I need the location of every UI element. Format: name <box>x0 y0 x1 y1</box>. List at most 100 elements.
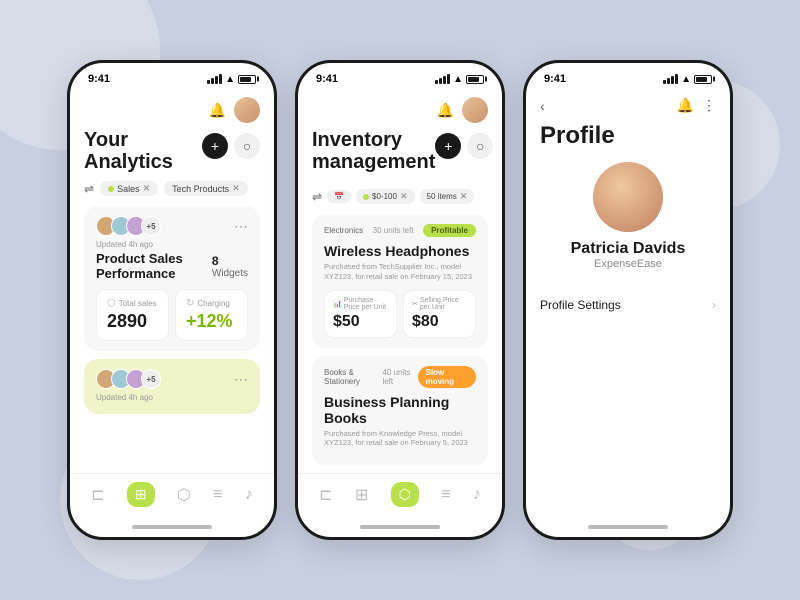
home-indicator-2 <box>360 525 440 529</box>
card1-label: Updated 4h ago <box>96 240 248 249</box>
status-icons-2: ▲ <box>435 74 484 85</box>
status-time-3: 9:41 <box>544 73 566 85</box>
analytics-title-actions: + ○ <box>202 133 260 159</box>
profile-content: ‹ 🔔 ⋮ Profile Patricia Davids ExpenseEas… <box>526 89 730 312</box>
bottom-nav-1: ⊏ ⊞ ⬡ ≡ ♪ <box>70 473 274 519</box>
inv-chip-price[interactable]: $0-100 ✕ <box>356 189 414 204</box>
nav-doc-1[interactable]: ⬡ <box>177 485 191 505</box>
nav-home-2[interactable]: ⊏ <box>319 485 332 505</box>
metric-sales-label: ⬡ Total sales <box>107 298 158 309</box>
card2-dots[interactable]: ⋯ <box>234 371 248 388</box>
menu-item-profile-settings[interactable]: Profile Settings › <box>540 286 716 312</box>
status-time-1: 9:41 <box>88 73 110 85</box>
profile-header-icons: 🔔 ⋮ <box>677 97 716 114</box>
analytics-content: 🔔 Your Analytics + ○ ⇌ Sales ✕ <box>70 89 274 473</box>
product1-category: Electronics <box>324 226 363 235</box>
nav-music-2[interactable]: ♪ <box>473 486 481 504</box>
inventory-header-row: 🔔 <box>312 97 488 123</box>
nav-active-2[interactable]: ⬡ <box>391 482 419 507</box>
product1-prices: 📊 Purchase Price per Unit $50 ✂ Selling … <box>324 290 476 338</box>
selling-price-value: $80 <box>412 313 467 331</box>
product1-units: 30 units left <box>373 226 414 235</box>
bell-icon-1[interactable]: 🔔 <box>209 102 226 119</box>
profile-subtitle: ExpenseEase <box>594 258 662 270</box>
analytics-title-row: Your Analytics + ○ <box>84 129 260 173</box>
status-bar-2: 9:41 ▲ <box>298 63 502 89</box>
product1-badge: Profitable <box>423 224 476 237</box>
add-button-2[interactable]: + <box>435 133 461 159</box>
card1-title: Product Sales Performance <box>96 251 212 281</box>
chip-close-1[interactable]: ✕ <box>143 183 151 194</box>
user-avatar-2[interactable] <box>462 97 488 123</box>
price-card-purchase: 📊 Purchase Price per Unit $50 <box>324 290 397 338</box>
card1-widgets-row: Product Sales Performance 8 Widgets <box>96 251 248 281</box>
tech-chip[interactable]: Tech Products ✕ <box>164 181 248 196</box>
product1-tag-row: Electronics 30 units left Profitable <box>324 224 476 237</box>
more-icon[interactable]: ⋮ <box>702 97 716 114</box>
inv-chip-items-close[interactable]: ✕ <box>460 191 468 202</box>
bell-icon-3[interactable]: 🔔 <box>677 97 694 114</box>
inv-chip-calendar[interactable]: 📅 <box>327 190 351 203</box>
product2-badge: Slow moving <box>418 366 476 388</box>
selling-price-label: ✂ Selling Price per Unit <box>412 297 467 311</box>
wifi-icon-3: ▲ <box>681 74 691 85</box>
wifi-icon-1: ▲ <box>225 74 235 85</box>
signal-icon-1 <box>207 74 222 84</box>
battery-icon-1 <box>238 75 256 84</box>
wifi-icon-2: ▲ <box>453 74 463 85</box>
status-icons-1: ▲ <box>207 74 256 85</box>
nav-filter-2[interactable]: ≡ <box>441 486 450 504</box>
inv-title-actions: + ○ <box>435 133 493 159</box>
filter-icon-1: ⇌ <box>84 182 94 196</box>
user-avatar-1[interactable] <box>234 97 260 123</box>
nav-music-1[interactable]: ♪ <box>245 486 253 504</box>
analytics-filters: ⇌ Sales ✕ Tech Products ✕ <box>84 181 260 196</box>
profile-menu-list: Profile Settings › Sound Notifications L… <box>540 286 716 312</box>
analytics-header-row: 🔔 <box>84 97 260 123</box>
status-bar-3: 9:41 ▲ <box>526 63 730 89</box>
chip-close-2[interactable]: ✕ <box>232 183 240 194</box>
product2-desc: Purchased from Knowledge Press, model XY… <box>324 429 476 449</box>
metric-charging-label: ↻ Charging <box>186 298 237 309</box>
card1-widgets: 8 Widgets <box>212 254 248 279</box>
search-button-2[interactable]: ○ <box>467 133 493 159</box>
inv-chip-items[interactable]: 50 items ✕ <box>420 189 475 204</box>
signal-icon-3 <box>663 74 678 84</box>
status-icons-3: ▲ <box>663 74 712 85</box>
card2-label: Updated 4h ago <box>96 393 248 402</box>
add-button-1[interactable]: + <box>202 133 228 159</box>
bell-icon-2[interactable]: 🔔 <box>437 102 454 119</box>
product2-category: Books & Stationery <box>324 368 382 386</box>
status-bar-1: 9:41 ▲ <box>70 63 274 89</box>
sales-icon: ⬡ <box>107 298 116 309</box>
card1-avatar-count: +5 <box>141 216 161 236</box>
filter-icon-2: ⇌ <box>312 190 322 204</box>
home-indicator-1 <box>132 525 212 529</box>
nav-filter-1[interactable]: ≡ <box>213 486 222 504</box>
product-card-1: Electronics 30 units left Profitable Wir… <box>312 214 488 348</box>
phones-container: 9:41 ▲ 🔔 <box>67 60 733 540</box>
purchase-price-value: $50 <box>333 313 388 331</box>
search-button-1[interactable]: ○ <box>234 133 260 159</box>
card1-dots[interactable]: ⋯ <box>234 218 248 235</box>
phone-inventory: 9:41 ▲ 🔔 <box>295 60 505 540</box>
nav-home-1[interactable]: ⊏ <box>91 485 104 505</box>
profile-name: Patricia Davids <box>571 240 686 258</box>
analytics-card-2: +5 ⋯ Updated 4h ago <box>84 359 260 414</box>
nav-grid-2[interactable]: ⊞ <box>355 485 368 505</box>
menu-label-profile-settings: Profile Settings <box>540 298 621 312</box>
nav-active-1[interactable]: ⊞ <box>127 482 155 507</box>
profile-title: Profile <box>540 122 716 150</box>
product2-name: Business Planning Books <box>324 394 476 426</box>
phone-profile: 9:41 ▲ ‹ 🔔 ⋮ <box>523 60 733 540</box>
profile-center: Patricia Davids ExpenseEase <box>540 162 716 270</box>
home-indicator-3 <box>588 525 668 529</box>
phone-analytics: 9:41 ▲ 🔔 <box>67 60 277 540</box>
sales-chip[interactable]: Sales ✕ <box>100 181 158 196</box>
back-arrow[interactable]: ‹ <box>540 98 545 114</box>
inv-chip-price-close[interactable]: ✕ <box>400 191 408 202</box>
status-time-2: 9:41 <box>316 73 338 85</box>
product1-name: Wireless Headphones <box>324 243 476 259</box>
inventory-content: 🔔 Inventory management + ○ ⇌ 📅 <box>298 89 502 473</box>
product1-desc: Purchased from TechSupplier Inc., model … <box>324 262 476 282</box>
